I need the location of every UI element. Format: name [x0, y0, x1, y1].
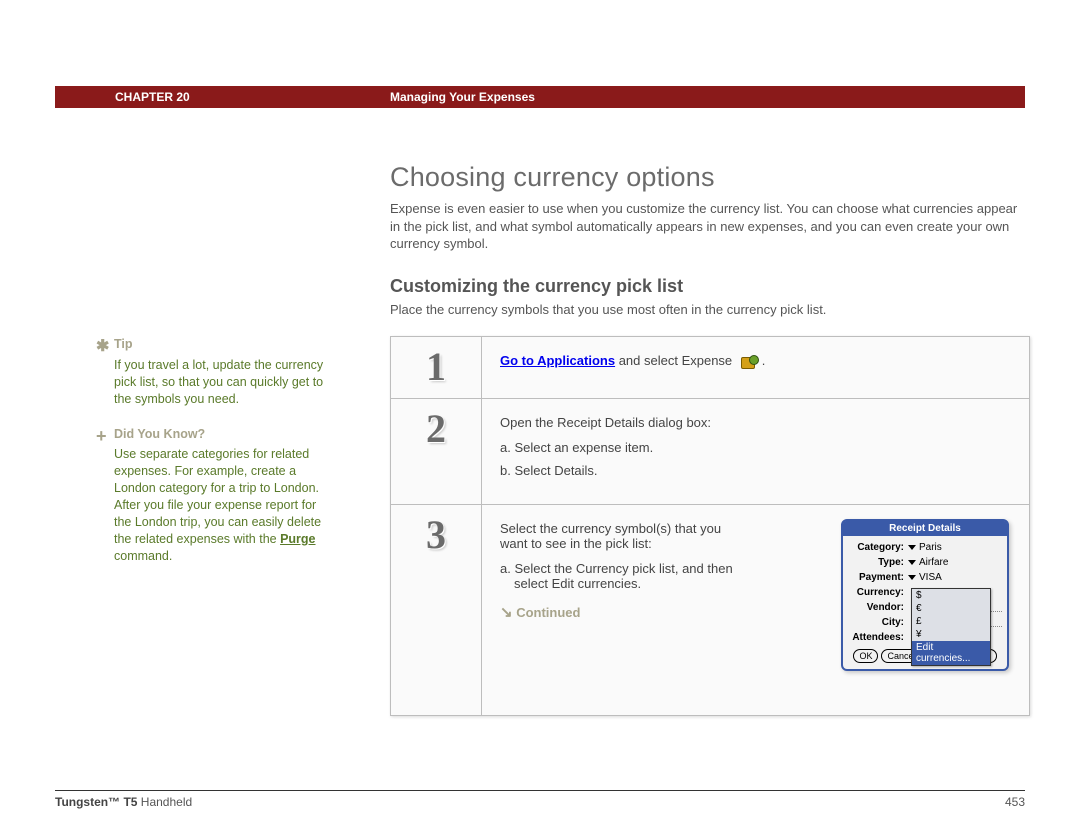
ok-button[interactable]: OK [853, 649, 878, 663]
receipt-title: Receipt Details [843, 521, 1007, 536]
step2-lead: Open the Receipt Details dialog box: [500, 415, 1011, 430]
tip-star-icon: ✱ [96, 336, 109, 358]
dyk-heading: Did You Know? [114, 427, 205, 441]
step3-lead: Select the currency symbol(s) that you w… [500, 521, 750, 551]
currency-pick-list[interactable]: $ € £ ¥ Edit currencies... [911, 588, 991, 666]
step2-b: b. Select Details. [500, 463, 1011, 478]
page-number: 453 [1005, 795, 1025, 809]
section-title: Choosing currency options [390, 162, 715, 193]
dropdown-tri-icon[interactable] [908, 545, 916, 550]
chapter-title: Managing Your Expenses [390, 90, 535, 104]
subsection-title: Customizing the currency pick list [390, 276, 683, 297]
goto-applications-link[interactable]: Go to Applications [500, 353, 615, 368]
dropdown-tri-icon[interactable] [908, 560, 916, 565]
purge-link[interactable]: Purge [280, 532, 315, 546]
step-number: 2 [391, 399, 481, 504]
tip-heading: Tip [114, 337, 133, 351]
product-name: Tungsten™ T5 Handheld [55, 795, 192, 809]
chapter-label: CHAPTER 20 [55, 90, 190, 104]
section-intro: Expense is even easier to use when you c… [390, 200, 1020, 253]
receipt-details-dialog: Receipt Details Category:Paris Type:Airf… [841, 519, 1009, 671]
step-3: 3 Select the currency symbol(s) that you… [391, 505, 1029, 715]
dyk-plus-icon: + [96, 424, 107, 448]
step-number: 3 [391, 505, 481, 715]
subsection-desc: Place the currency symbols that you use … [390, 302, 1020, 317]
dyk-body: Use separate categories for related expe… [114, 446, 324, 564]
sidebar: ✱ Tip If you travel a lot, update the cu… [114, 336, 324, 583]
steps-card: 1 Go to Applications and select Expense … [390, 336, 1030, 716]
edit-currencies-item[interactable]: Edit currencies... [912, 641, 990, 665]
step-2: 2 Open the Receipt Details dialog box: a… [391, 399, 1029, 505]
step3-a: a. Select the Currency pick list, and th… [500, 561, 750, 591]
step-number: 1 [391, 337, 481, 398]
dropdown-tri-icon[interactable] [908, 575, 916, 580]
step2-a: a. Select an expense item. [500, 440, 1011, 455]
continued-arrow-icon: ↘ [500, 604, 513, 621]
step-1: 1 Go to Applications and select Expense … [391, 337, 1029, 399]
tip-body: If you travel a lot, update the currency… [114, 357, 324, 408]
expense-app-icon [739, 354, 759, 370]
continued-indicator: ↘ Continued [500, 603, 750, 621]
page-footer: Tungsten™ T5 Handheld 453 [55, 790, 1025, 809]
chapter-header: CHAPTER 20 Managing Your Expenses [55, 86, 1025, 108]
